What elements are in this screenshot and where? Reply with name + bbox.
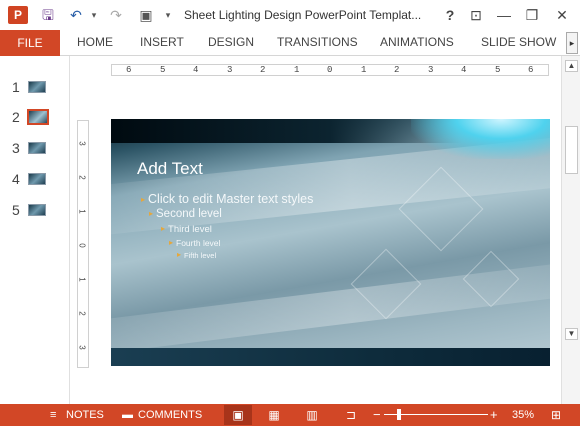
slide-editing-area: 6 5 4 3 2 1 0 1 2 3 4 5 6 3 2 1 0 1 2 3 … [71,56,561,404]
slide-thumbnail-1[interactable]: 1 [0,76,70,100]
minimize-icon[interactable]: — [494,6,514,24]
bullet-arrow-icon: ▸ [161,224,166,233]
slide-number: 3 [12,140,20,156]
status-bar: ≡ NOTES ▬ COMMENTS ▣ ▦ ▥ ⊐ − + 35% ⊞ [0,404,580,426]
save-icon[interactable]: 🖫 [38,6,58,24]
reading-view-icon[interactable]: ▥ [298,405,326,425]
ruler-tick-label: 3 [428,65,434,75]
ruler-tick-label: 4 [193,65,199,75]
redo-icon[interactable]: ↷ [106,6,126,24]
ruler-tick-label: 3 [77,345,87,350]
ruler-tick-label: 2 [394,65,400,75]
text-level-2[interactable]: ▸ Second level [149,208,222,220]
ruler-tick-label: 1 [361,65,367,75]
slide-thumbnail-image [28,142,46,154]
slide-number: 4 [12,171,20,187]
vertical-scrollbar[interactable]: ▲ ▼ [561,56,580,404]
ruler-tick-label: 1 [294,65,300,75]
restore-icon[interactable]: ❐ [522,6,542,24]
bullet-arrow-icon: ▸ [141,195,146,204]
text-level-2-label: Second level [156,208,222,220]
text-level-3-label: Third level [168,224,212,235]
slide-bottom-band [111,348,550,366]
title-bar: P 🖫 ↶ ▾ ↷ ▣ ▾ Sheet Lighting Design Powe… [0,0,580,30]
window-title: Sheet Lighting Design PowerPoint Templat… [184,8,422,22]
horizontal-ruler: 6 5 4 3 2 1 0 1 2 3 4 5 6 [111,64,549,76]
ruler-tick-label: 2 [260,65,266,75]
powerpoint-logo-icon: P [8,6,28,24]
ruler-tick-label: 5 [495,65,501,75]
slide-number: 1 [12,79,20,95]
scroll-down-icon[interactable]: ▼ [565,328,578,340]
ruler-tick-label: 2 [77,175,87,180]
tab-file[interactable]: FILE [0,30,60,56]
tab-home[interactable]: HOME [77,30,113,56]
text-level-5[interactable]: ▸ Fifth level [177,250,217,260]
text-level-1[interactable]: ▸ Click to edit Master text styles [141,192,313,206]
slide-thumbnail-5[interactable]: 5 [0,199,70,223]
ruler-tick-label: 0 [77,243,87,248]
slide-canvas[interactable]: Add Text ▸ Click to edit Master text styl… [111,119,550,366]
ruler-tick-label: 4 [461,65,467,75]
ribbon-display-icon[interactable]: ⊡ [466,6,486,24]
slide-number: 5 [12,202,20,218]
undo-icon[interactable]: ↶ [66,6,86,24]
zoom-slider-knob[interactable] [397,409,401,420]
ruler-tick-label: 3 [77,141,87,146]
zoom-out-icon[interactable]: − [373,404,381,426]
customize-dropdown-icon[interactable]: ▾ [158,6,178,24]
bullet-arrow-icon: ▸ [177,250,182,259]
ribbon-tabs: FILE HOME INSERT DESIGN TRANSITIONS ANIM… [0,30,580,56]
slide-thumbnail-2[interactable]: 2 [0,106,70,130]
bullet-arrow-icon: ▸ [149,209,154,218]
scroll-up-icon[interactable]: ▲ [565,60,578,72]
text-level-4-label: Fourth level [176,238,221,248]
slide-thumbnail-4[interactable]: 4 [0,168,70,192]
ruler-tick-label: 1 [77,209,87,214]
text-level-1-label: Click to edit Master text styles [148,192,314,206]
ribbon-scroll-right-icon[interactable]: ▸ [566,32,578,54]
comments-button[interactable]: COMMENTS [138,404,202,426]
ruler-tick-label: 6 [126,65,132,75]
slide-thumbnail-image [28,173,46,185]
slide-light-glow [411,119,550,159]
tab-slide-show[interactable]: SLIDE SHOW [481,30,556,56]
slide-thumbnail-image [27,109,49,125]
slide-show-icon[interactable]: ⊐ [337,405,365,425]
ruler-tick-label: 3 [227,65,233,75]
slide-thumbnail-3[interactable]: 3 [0,137,70,161]
help-icon[interactable]: ? [440,6,460,24]
bullet-arrow-icon: ▸ [169,238,174,247]
tab-transitions[interactable]: TRANSITIONS [277,30,358,56]
text-level-4[interactable]: ▸ Fourth level [169,238,220,248]
zoom-in-icon[interactable]: + [490,404,498,426]
zoom-level[interactable]: 35% [512,404,534,426]
comments-icon[interactable]: ▬ [122,404,133,426]
start-presentation-icon[interactable]: ▣ [136,6,156,24]
slide-sorter-icon[interactable]: ▦ [260,405,288,425]
slide-title-placeholder[interactable]: Add Text [137,159,203,179]
fit-slide-icon[interactable]: ⊞ [551,404,561,426]
slide-thumbnail-image [28,81,46,93]
ruler-tick-label: 1 [77,277,87,282]
tab-design[interactable]: DESIGN [208,30,254,56]
notes-button[interactable]: NOTES [66,404,104,426]
ruler-tick-label: 2 [77,311,87,316]
vertical-ruler: 3 2 1 0 1 2 3 [77,120,89,368]
tab-animations[interactable]: ANIMATIONS [380,30,454,56]
notes-icon[interactable]: ≡ [50,404,56,426]
close-icon[interactable]: ✕ [552,6,572,24]
scrollbar-thumb[interactable] [565,126,578,174]
slide-thumbnail-image [28,204,46,216]
slide-thumbnail-pane: 1 2 3 4 5 [0,56,70,404]
ruler-tick-label: 5 [160,65,166,75]
ruler-tick-label: 0 [327,65,333,75]
text-level-3[interactable]: ▸ Third level [161,224,212,235]
text-level-5-label: Fifth level [184,251,217,260]
slide-number: 2 [12,109,20,125]
ruler-tick-label: 6 [528,65,534,75]
tab-insert[interactable]: INSERT [140,30,184,56]
normal-view-icon[interactable]: ▣ [224,405,252,425]
undo-dropdown-icon[interactable]: ▾ [84,6,104,24]
